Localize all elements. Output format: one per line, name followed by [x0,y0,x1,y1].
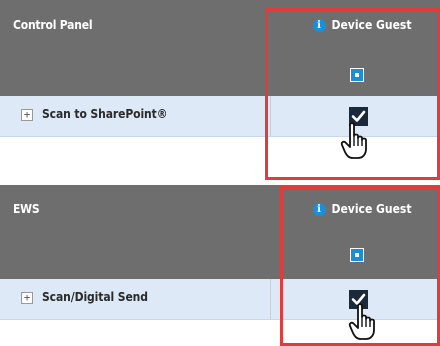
row-label: Scan to SharePoint® [42,107,168,121]
expand-icon[interactable]: + [21,292,33,304]
highlight-box-ews [280,186,440,346]
highlight-box-control-panel [265,8,440,180]
panel-title: EWS [13,202,40,216]
column-divider [270,279,271,319]
panel-title: Control Panel [13,18,93,32]
row-label: Scan/Digital Send [42,290,148,304]
expand-icon[interactable]: + [21,109,33,121]
